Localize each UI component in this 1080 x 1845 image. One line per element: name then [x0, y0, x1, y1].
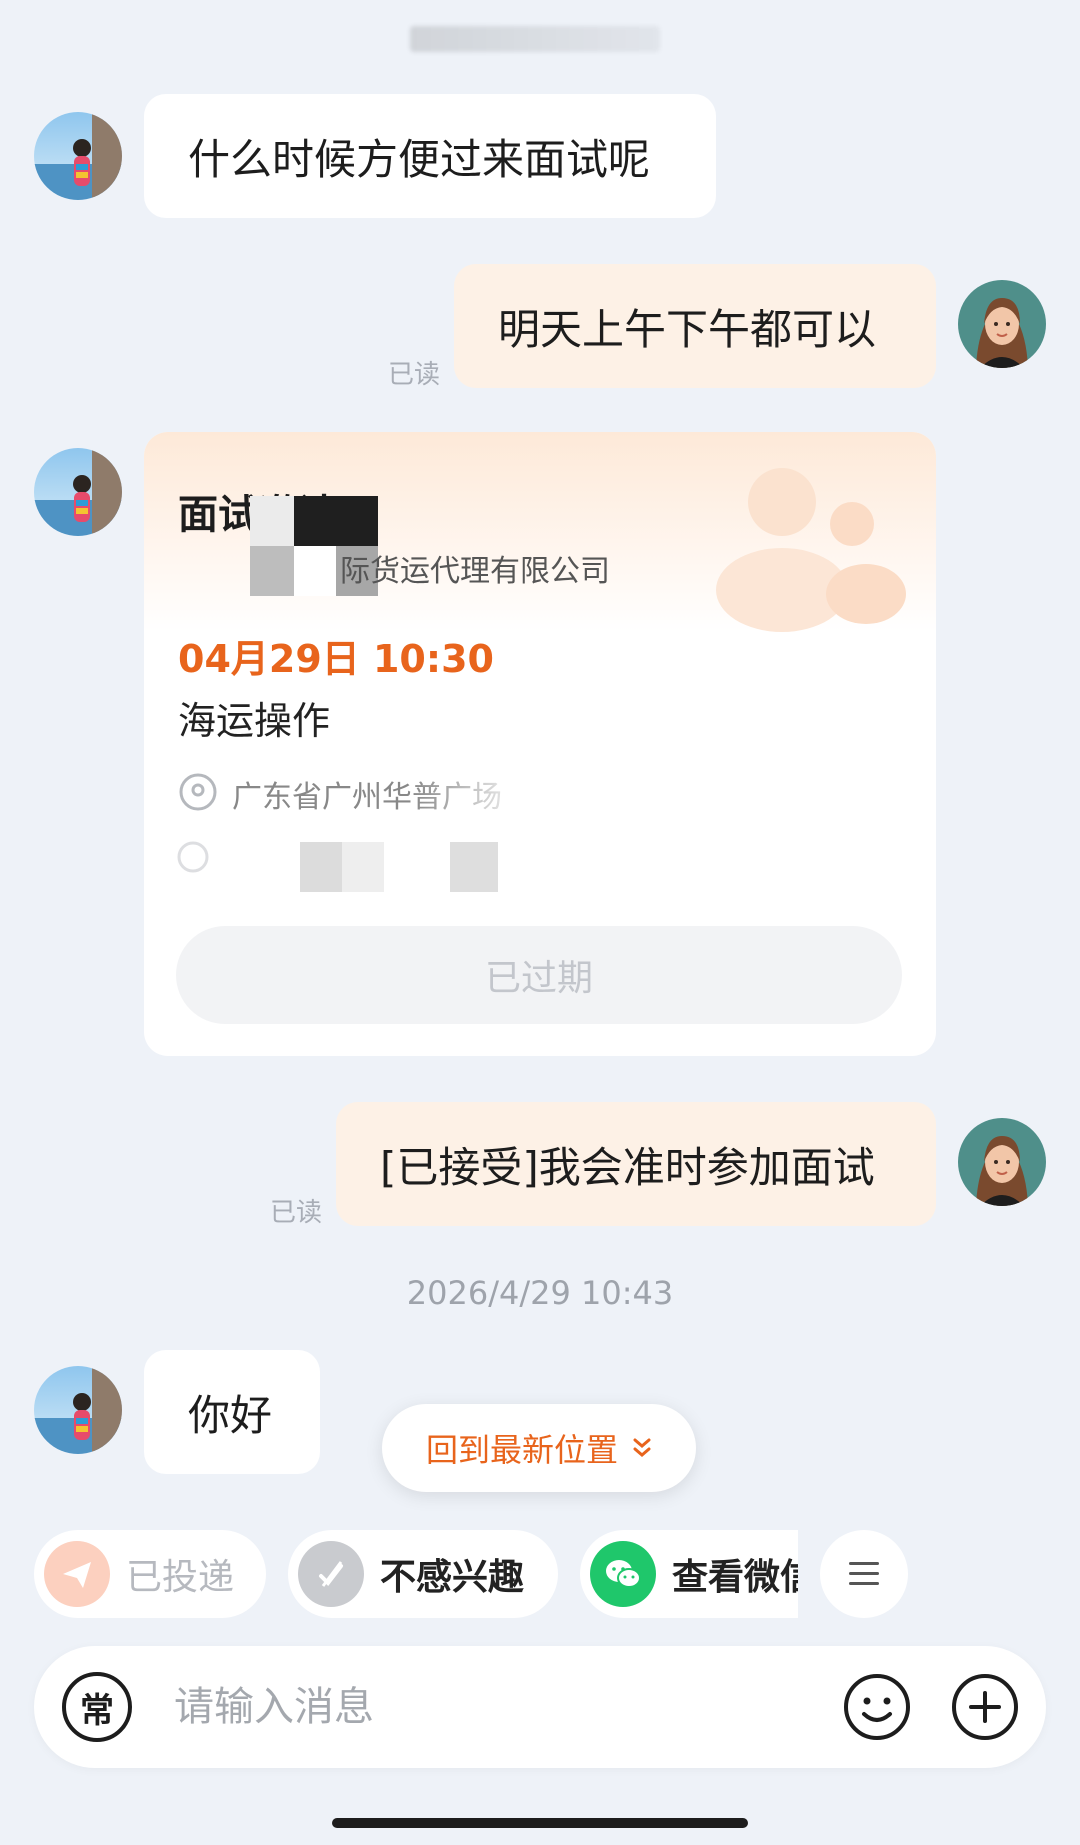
redaction-block — [250, 546, 294, 596]
not-interested-chip[interactable]: 不感兴趣 — [288, 1530, 558, 1618]
interview-address: 广东省广州华普广场 — [232, 780, 502, 815]
menu-icon — [849, 1562, 879, 1585]
wechat-icon — [590, 1541, 656, 1607]
contact-icon — [177, 841, 209, 873]
company-name: 际货运代理有限公司 — [340, 554, 610, 589]
view-wechat-chip[interactable]: 查看微信 — [580, 1530, 798, 1618]
delivered-chip[interactable]: 已投递 — [34, 1530, 266, 1618]
delivered-label: 已投递 — [126, 1557, 235, 1598]
people-decoration-icon — [716, 468, 906, 632]
plus-icon[interactable] — [950, 1672, 1020, 1742]
dislike-icon — [298, 1541, 364, 1607]
redaction-block — [342, 842, 384, 892]
back-to-latest-label: 回到最新位置 — [425, 1431, 618, 1469]
common-phrases-button[interactable]: 常 — [62, 1672, 132, 1742]
blurred-header-text — [410, 26, 660, 52]
view-wechat-label: 查看微信 — [672, 1557, 798, 1598]
recruiter-avatar[interactable] — [34, 112, 122, 200]
message-text: 什么时候方便过来面试呢 — [188, 134, 651, 184]
redaction-block — [300, 842, 342, 892]
interview-datetime: 04月29日 10:30 — [178, 637, 494, 681]
my-avatar[interactable] — [958, 1118, 1046, 1206]
home-indicator[interactable] — [332, 1818, 748, 1828]
redaction-block — [294, 546, 336, 596]
message-text: 你好 — [188, 1390, 273, 1440]
recruiter-avatar[interactable] — [34, 1366, 122, 1454]
message-bubble-incoming[interactable]: 你好 — [144, 1350, 320, 1474]
message-text: 明天上午下午都可以 — [498, 304, 877, 354]
emoji-icon[interactable] — [842, 1672, 912, 1742]
message-input[interactable] — [174, 1676, 814, 1738]
message-bubble-outgoing[interactable]: 明天上午下午都可以 — [454, 264, 936, 388]
recruiter-avatar[interactable] — [34, 448, 122, 536]
read-status: 已读 — [388, 360, 441, 390]
message-text: [已接受]我会准时参加面试 — [380, 1142, 875, 1192]
message-bubble-outgoing[interactable]: [已接受]我会准时参加面试 — [336, 1102, 936, 1226]
job-position: 海运操作 — [178, 699, 331, 743]
message-input-bar: 常 — [34, 1646, 1046, 1768]
chat-timestamp: 2026/4/29 10:43 — [406, 1274, 674, 1312]
back-to-latest-button[interactable]: 回到最新位置 — [382, 1404, 696, 1492]
my-avatar[interactable] — [958, 280, 1046, 368]
redaction-block — [250, 496, 294, 546]
message-bubble-incoming[interactable]: 什么时候方便过来面试呢 — [144, 94, 716, 218]
location-pin-icon — [179, 773, 217, 811]
redaction-block — [294, 496, 378, 546]
read-status: 已读 — [270, 1198, 323, 1228]
send-icon — [44, 1541, 110, 1607]
more-actions-button[interactable] — [820, 1530, 908, 1618]
double-chevron-down-icon — [633, 1438, 651, 1457]
redaction-block — [450, 842, 498, 892]
expired-status-button[interactable]: 已过期 — [176, 926, 902, 1024]
not-interested-label: 不感兴趣 — [380, 1557, 525, 1598]
interview-invitation-card[interactable]: 面试邀请 际货运代理有限公司 04月29日 10:30 海运操作 广东省广州华普… — [144, 432, 936, 1056]
